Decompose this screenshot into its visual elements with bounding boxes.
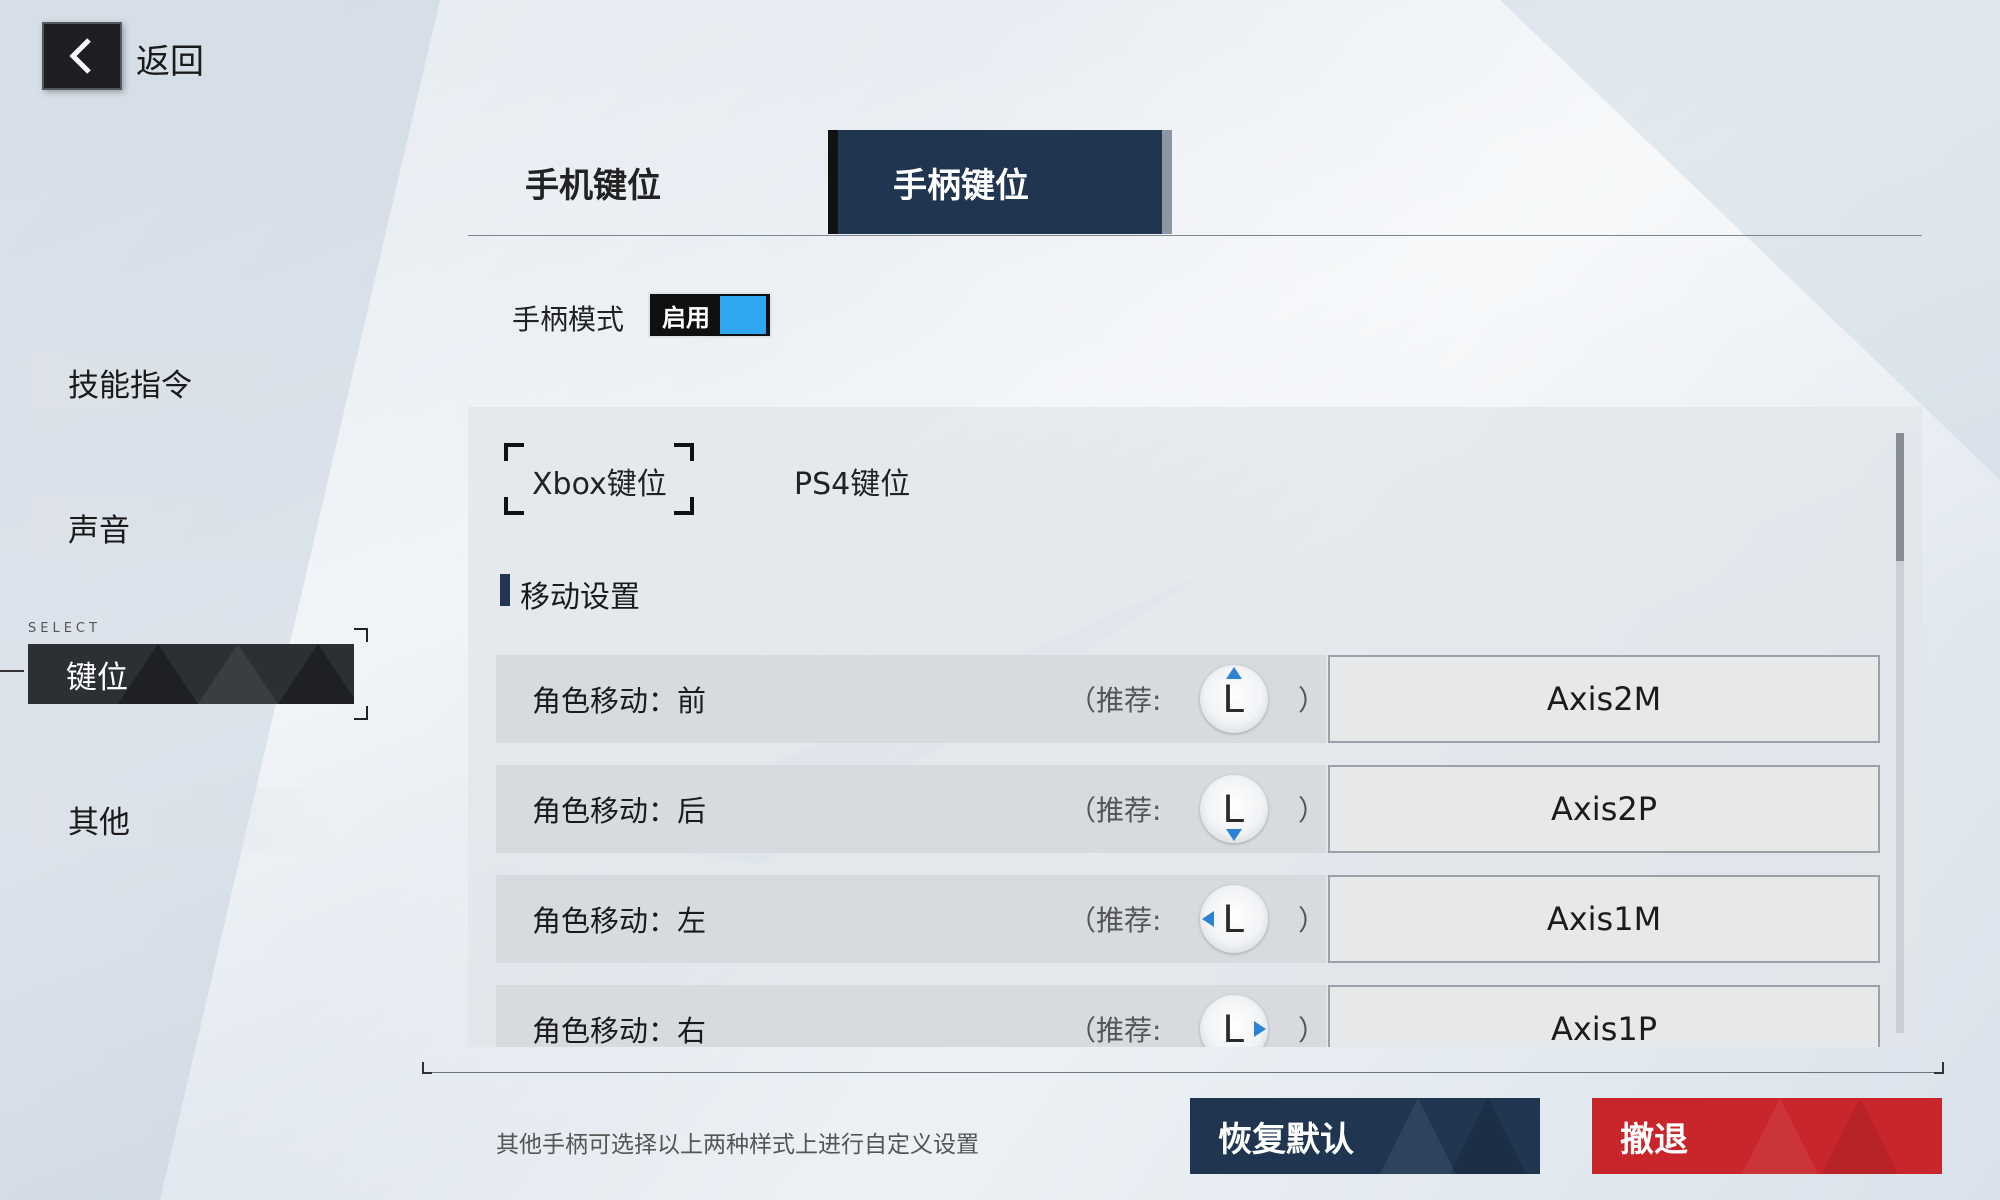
chevron-left-icon [69, 38, 91, 74]
subtab-label: Xbox键位 [532, 467, 667, 502]
decor-triangle [1822, 1098, 1898, 1174]
stick-letter: L [1222, 786, 1246, 831]
left-stick-up-icon: L [1200, 665, 1268, 733]
bottom-divider [422, 1072, 1944, 1073]
sidebar-item-label: 技能指令 [68, 367, 192, 404]
subtab-xbox[interactable]: Xbox键位 [504, 443, 694, 515]
back-label[interactable]: 返回 [136, 34, 204, 83]
subtab-ps4[interactable]: PS4键位 [794, 459, 910, 503]
recommend-close: ） [1298, 1014, 1327, 1047]
key-binding-button[interactable]: Axis1P [1328, 985, 1880, 1047]
scrollbar-thumb[interactable] [1896, 433, 1904, 561]
selected-corner [674, 497, 694, 515]
button-label: 恢复默认 [1218, 1119, 1354, 1160]
tab-label: 手柄键位 [893, 165, 1029, 206]
left-stick-right-icon: L [1200, 995, 1268, 1047]
key-binding-button[interactable]: Axis1M [1328, 875, 1880, 963]
controller-mode-label: 手柄模式 [512, 303, 625, 336]
frame-corner [1934, 1062, 1944, 1074]
tab-label: 手机键位 [525, 165, 661, 206]
button-label: 撤退 [1620, 1119, 1688, 1160]
selected-corner [504, 497, 524, 515]
selection-bracket [354, 706, 368, 720]
decor-triangle [1742, 1098, 1818, 1174]
decor-triangle [278, 644, 354, 704]
keybind-row: 角色移动：前 （推荐: L ） [496, 655, 1326, 743]
selection-indicator [0, 670, 24, 672]
sidebar-item-label: 键位 [66, 659, 128, 696]
recommend-label: （推荐: [1068, 794, 1162, 827]
row-label: 角色移动：前 [532, 684, 707, 718]
recommend-close: ） [1298, 904, 1327, 937]
keybind-row: 角色移动：后 （推荐: L ） [496, 765, 1326, 853]
key-binding-button[interactable]: Axis2P [1328, 765, 1880, 853]
row-label: 角色移动：右 [532, 1014, 707, 1047]
recommend-label: （推荐: [1068, 904, 1162, 937]
tab-phone-keybinds[interactable]: 手机键位 [470, 130, 830, 234]
tabs-divider [468, 235, 1922, 236]
sidebar-item-skill-commands[interactable]: 技能指令 [30, 351, 330, 413]
recommend-label: （推荐: [1068, 684, 1162, 717]
selection-bracket [354, 628, 368, 642]
decor-triangle [1380, 1098, 1456, 1174]
row-label: 角色移动：后 [532, 794, 707, 828]
sidebar-item-other[interactable]: 其他 [30, 788, 330, 850]
tab-controller-keybinds[interactable]: 手柄键位 [828, 130, 1172, 234]
sidebar-item-keybinds[interactable]: 键位 [28, 644, 354, 704]
retreat-button[interactable]: 撤退 [1592, 1098, 1942, 1174]
left-stick-left-icon: L [1200, 885, 1268, 953]
selected-corner [674, 443, 694, 461]
toggle-state-label: 启用 [662, 303, 710, 332]
back-button[interactable] [42, 22, 122, 90]
decor-triangle [1450, 1098, 1526, 1174]
key-binding-value: Axis1P [1550, 1010, 1658, 1047]
select-tag: SELECT [28, 621, 101, 636]
restore-default-button[interactable]: 恢复默认 [1190, 1098, 1540, 1174]
left-stick-down-icon: L [1200, 775, 1268, 843]
selected-corner [504, 443, 524, 461]
key-binding-value: Axis1M [1546, 900, 1662, 938]
recommend-close: ） [1298, 684, 1327, 717]
sidebar-item-label: 其他 [68, 804, 130, 841]
controller-mode-toggle[interactable]: 启用 [648, 292, 772, 338]
sidebar-item-sound[interactable]: 声音 [30, 496, 330, 558]
frame-corner [422, 1062, 432, 1074]
key-binding-value: Axis2M [1546, 680, 1662, 718]
arrow-right-icon [1254, 1021, 1266, 1037]
toggle-knob [720, 296, 766, 334]
recommend-label: （推荐: [1068, 1014, 1162, 1047]
stick-letter: L [1222, 1006, 1246, 1048]
stick-letter: L [1222, 896, 1246, 941]
arrow-down-icon [1226, 829, 1242, 841]
stick-letter: L [1222, 676, 1246, 721]
arrow-left-icon [1202, 911, 1214, 927]
key-binding-value: Axis2P [1550, 790, 1658, 828]
sidebar-item-label: 声音 [68, 512, 130, 549]
row-label: 角色移动：左 [532, 904, 707, 938]
arrow-up-icon [1226, 667, 1242, 679]
key-binding-button[interactable]: Axis2M [1328, 655, 1880, 743]
decor-triangle [198, 644, 278, 704]
section-title: 移动设置 [500, 572, 640, 616]
keybind-panel[interactable]: Xbox键位 PS4键位 移动设置 角色移动：前 （推荐: L ） Axis2M… [468, 407, 1922, 1047]
keybind-row: 角色移动：左 （推荐: L ） [496, 875, 1326, 963]
subtab-label: PS4键位 [794, 467, 911, 502]
footer-hint: 其他手柄可选择以上两种样式上进行自定义设置 [496, 1132, 979, 1158]
recommend-close: ） [1298, 794, 1327, 827]
keybind-row: 角色移动：右 （推荐: L ） [496, 985, 1326, 1047]
decor-triangle [118, 644, 198, 704]
